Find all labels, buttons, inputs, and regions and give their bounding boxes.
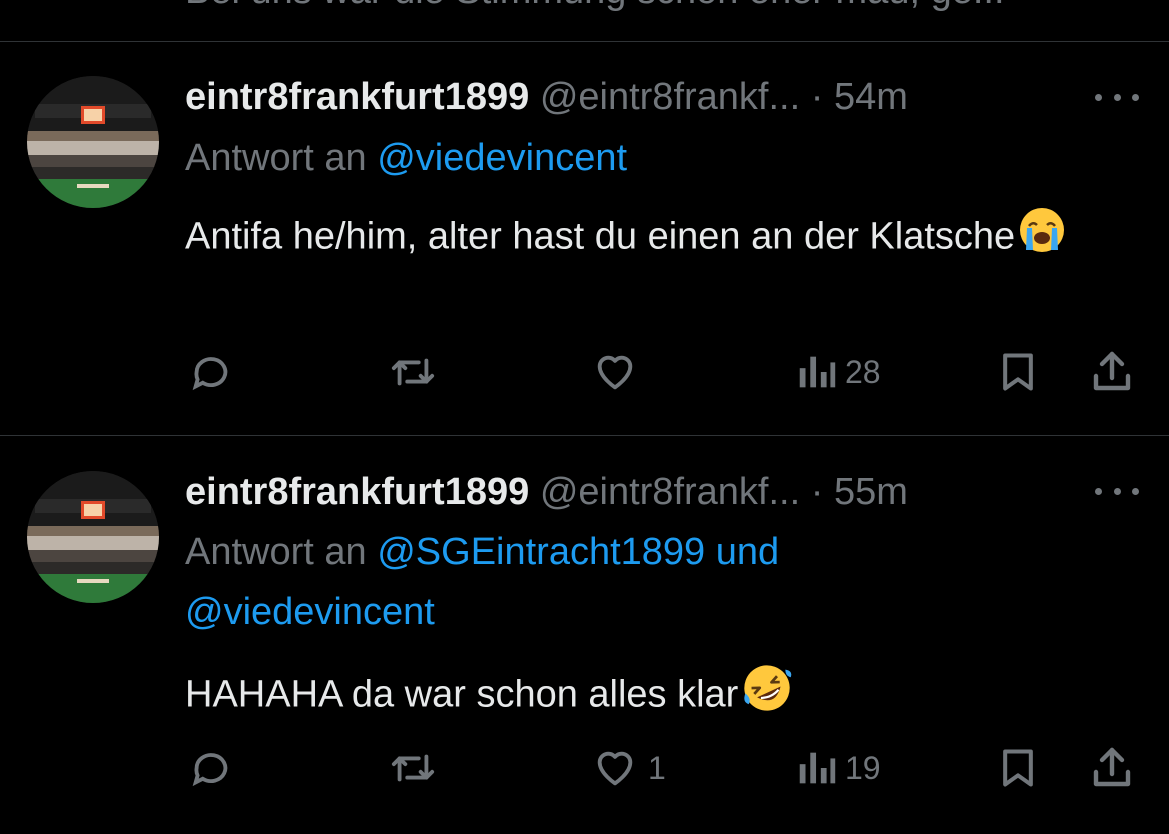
like-count: 1 [648, 749, 666, 786]
tweet-header: eintr8frankfurt1899 @eintr8frankf... · 5… [185, 467, 1169, 517]
reply-context: Antwort an @viedevincent [185, 128, 1125, 188]
tweet-actions: 1 19 [0, 743, 1169, 793]
mention-link[interactable]: @SGEintracht1899 und [377, 531, 779, 573]
timestamp[interactable]: 55m [834, 471, 908, 513]
like-button[interactable] [590, 347, 648, 397]
share-button[interactable] [1088, 743, 1136, 793]
bookmark-icon [1003, 353, 1033, 391]
author-handle[interactable]: @eintr8frankf... [540, 76, 800, 118]
tweet-text-content: HAHAHA da war schon alles klar [185, 673, 739, 716]
tweet-text: HAHAHA da war schon alles klar [185, 661, 1085, 732]
bookmark-button[interactable] [996, 743, 1040, 793]
retweet-icon [391, 754, 435, 782]
views-button[interactable]: 19 [797, 743, 881, 793]
reply-button[interactable] [188, 743, 242, 793]
reply-prefix: Antwort an [185, 137, 367, 179]
tweet-text: Antifa he/him, alter hast du einen an de… [185, 205, 1085, 272]
author-name[interactable]: eintr8frankfurt1899 [185, 76, 529, 118]
mention-link[interactable]: @viedevincent [377, 137, 627, 179]
like-button[interactable]: 1 [590, 743, 666, 793]
views-button[interactable]: 28 [797, 347, 881, 397]
tweet-text-content: Antifa he/him, alter hast du einen an de… [185, 215, 1016, 258]
share-icon [1093, 747, 1131, 787]
views-count: 19 [845, 749, 881, 786]
reply-prefix: Antwort an [185, 531, 367, 573]
reply-context: Antwort an @SGEintracht1899 und @viedevi… [185, 522, 1125, 642]
views-count: 28 [845, 353, 881, 390]
like-icon [597, 355, 633, 390]
like-icon [597, 751, 633, 786]
views-icon [799, 752, 836, 784]
retweet-button[interactable] [388, 743, 446, 793]
divider [0, 41, 1169, 42]
share-button[interactable] [1088, 347, 1136, 397]
more-icon[interactable] [1095, 85, 1139, 109]
rolling-on-the-floor-laughing-emoji [740, 661, 794, 732]
reply-button[interactable] [188, 347, 242, 397]
retweet-icon [391, 358, 435, 386]
author-handle[interactable]: @eintr8frankf... [540, 471, 800, 513]
tweet-header: eintr8frankfurt1899 @eintr8frankf... · 5… [185, 72, 1169, 122]
reply-icon [192, 753, 228, 787]
reply-icon [192, 357, 228, 391]
avatar[interactable] [27, 471, 159, 603]
share-icon [1093, 351, 1131, 391]
bookmark-icon [1003, 749, 1033, 787]
loudly-crying-face-emoji [1017, 205, 1067, 272]
avatar[interactable] [27, 76, 159, 208]
views-icon [799, 356, 836, 388]
previous-tweet-text: Bei uns war die Stimmung schon eher mau,… [185, 0, 1005, 13]
separator-dot: · [810, 76, 824, 118]
separator-dot: · [810, 471, 824, 513]
more-icon[interactable] [1095, 479, 1139, 503]
bookmark-button[interactable] [996, 347, 1040, 397]
mention-link[interactable]: @viedevincent [185, 591, 435, 633]
divider [0, 435, 1169, 436]
author-name[interactable]: eintr8frankfurt1899 [185, 471, 529, 513]
tweet-actions: 28 [0, 347, 1169, 397]
timestamp[interactable]: 54m [834, 76, 908, 118]
retweet-button[interactable] [388, 347, 446, 397]
